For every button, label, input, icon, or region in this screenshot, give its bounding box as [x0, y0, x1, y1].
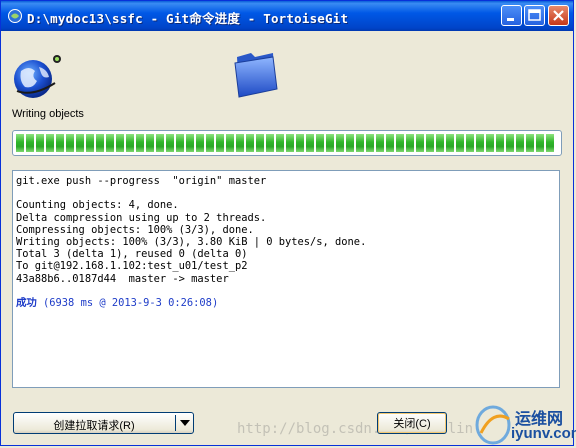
- progress-segment: [196, 134, 204, 152]
- progress-segment: [446, 134, 454, 152]
- progress-segment: [496, 134, 504, 152]
- globe-network-icon: [14, 55, 61, 98]
- tortoisegit-icon: [8, 9, 22, 23]
- progress-segment: [426, 134, 434, 152]
- dialog-window: D:\mydoc13\ssfc - Git命令进度 - TortoiseGit: [0, 0, 576, 446]
- log-line: Delta compression using up to 2 threads.: [16, 211, 267, 224]
- logo-text-line2: iyunv.com: [511, 425, 576, 442]
- progress-segment: [36, 134, 44, 152]
- progress-segment: [366, 134, 374, 152]
- minimize-icon: [507, 18, 514, 21]
- success-line: 成功 (6938 ms @ 2013-9-3 0:26:08): [16, 297, 556, 309]
- progress-segment: [246, 134, 254, 152]
- status-label: Writing objects: [12, 108, 84, 120]
- progress-segment: [316, 134, 324, 152]
- progress-fill: [16, 134, 558, 152]
- progress-segment: [86, 134, 94, 152]
- log-line: Compressing objects: 100% (3/3), done.: [16, 223, 254, 236]
- progress-segment: [396, 134, 404, 152]
- progress-segment: [336, 134, 344, 152]
- progress-segment: [516, 134, 524, 152]
- progress-segment: [286, 134, 294, 152]
- progress-segment: [76, 134, 84, 152]
- close-icon: [553, 10, 564, 21]
- progress-segment: [276, 134, 284, 152]
- pull-request-label: 创建拉取请求(R): [53, 420, 135, 432]
- progress-segment: [186, 134, 194, 152]
- success-detail: (6938 ms @ 2013-9-3 0:26:08): [36, 296, 219, 309]
- progress-segment: [206, 134, 214, 152]
- success-word: 成功: [16, 296, 37, 309]
- progress-segment: [296, 134, 304, 152]
- maximize-icon: [528, 9, 541, 21]
- log-line: 43a88b6..0187d44 master -> master: [16, 272, 229, 285]
- create-pull-request-button[interactable]: 创建拉取请求(R): [13, 412, 194, 434]
- progress-segment: [346, 134, 354, 152]
- split-divider: [175, 415, 176, 431]
- progress-segment: [406, 134, 414, 152]
- progress-segment: [176, 134, 184, 152]
- progress-segment: [16, 134, 24, 152]
- progress-segment: [96, 134, 104, 152]
- progress-segment: [456, 134, 464, 152]
- progress-bar: [12, 130, 562, 156]
- title-bar[interactable]: D:\mydoc13\ssfc - Git命令进度 - TortoiseGit: [1, 1, 573, 31]
- progress-segment: [326, 134, 334, 152]
- close-window-button[interactable]: [548, 5, 569, 26]
- progress-segment: [116, 134, 124, 152]
- progress-segment: [376, 134, 384, 152]
- progress-segment: [256, 134, 264, 152]
- progress-segment: [486, 134, 494, 152]
- progress-segment: [216, 134, 224, 152]
- progress-segment: [236, 134, 244, 152]
- log-line: Counting objects: 4, done.: [16, 199, 179, 212]
- progress-segment: [466, 134, 474, 152]
- progress-segment: [476, 134, 484, 152]
- progress-segment: [526, 134, 534, 152]
- log-line: git.exe push --progress "origin" master: [16, 175, 267, 187]
- progress-segment: [166, 134, 174, 152]
- progress-segment: [126, 134, 134, 152]
- progress-segment: [66, 134, 74, 152]
- minimize-button[interactable]: [501, 5, 522, 26]
- close-button[interactable]: 关闭(C): [377, 412, 447, 434]
- maximize-button[interactable]: [524, 5, 545, 26]
- progress-segment: [416, 134, 424, 152]
- progress-segment: [506, 134, 514, 152]
- progress-segment: [156, 134, 164, 152]
- progress-segment: [146, 134, 154, 152]
- log-line: Writing objects: 100% (3/3), 3.80 KiB | …: [16, 235, 367, 248]
- progress-segment: [266, 134, 274, 152]
- progress-segment: [536, 134, 544, 152]
- progress-segment: [46, 134, 54, 152]
- window-title: D:\mydoc13\ssfc - Git命令进度 - TortoiseGit: [27, 11, 349, 26]
- progress-segment: [56, 134, 64, 152]
- progress-segment: [546, 134, 554, 152]
- log-line: Total 3 (delta 1), reused 0 (delta 0): [16, 248, 248, 261]
- progress-segment: [436, 134, 444, 152]
- progress-segment: [386, 134, 394, 152]
- log-line: To git@192.168.1.102:test_u01/test_p2: [16, 260, 248, 273]
- chevron-down-icon[interactable]: [180, 420, 190, 426]
- progress-segment: [356, 134, 364, 152]
- folder-icon: [234, 53, 278, 98]
- progress-segment: [226, 134, 234, 152]
- progress-segment: [306, 134, 314, 152]
- progress-segment: [106, 134, 114, 152]
- progress-segment: [26, 134, 34, 152]
- progress-segment: [136, 134, 144, 152]
- output-log[interactable]: git.exe push --progress "origin" master …: [12, 170, 560, 388]
